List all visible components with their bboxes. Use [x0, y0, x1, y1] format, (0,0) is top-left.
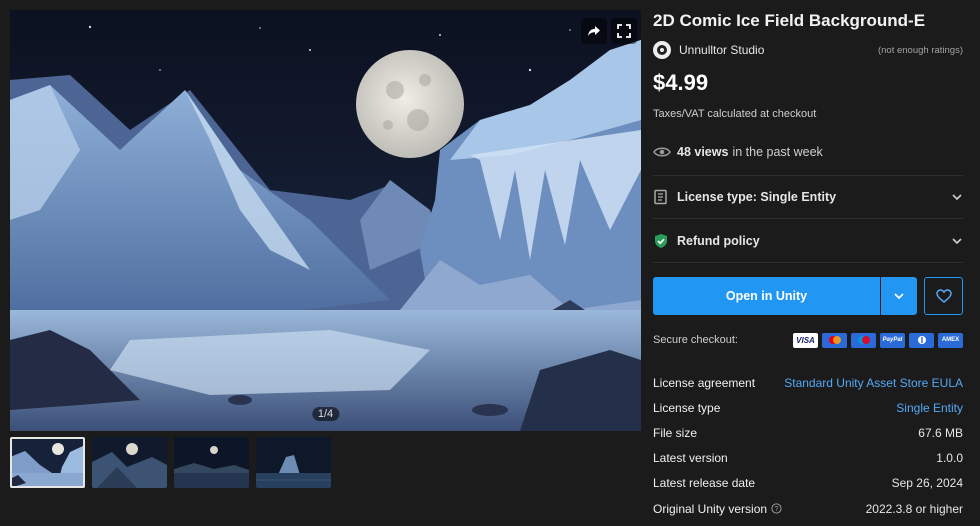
- chevron-down-icon: [952, 194, 962, 201]
- info-icon[interactable]: ?: [771, 503, 782, 514]
- views-count: 48 views: [677, 145, 729, 159]
- share-button[interactable]: [581, 18, 607, 44]
- fullscreen-button[interactable]: [611, 18, 637, 44]
- tax-note: Taxes/VAT calculated at checkout: [653, 108, 817, 120]
- license-agreement-link[interactable]: Standard Unity Asset Store EULA: [784, 376, 963, 390]
- share-icon: [588, 26, 600, 36]
- open-options-dropdown[interactable]: [881, 277, 917, 315]
- fullscreen-icon: [617, 24, 631, 38]
- shield-check-icon: [655, 233, 667, 248]
- ice-field-illustration: [10, 10, 641, 431]
- detail-row-latest-release-date: Latest release date Sep 26, 2024: [653, 476, 963, 491]
- image-counter: 1/4: [311, 407, 340, 421]
- chevron-down-icon: [952, 237, 962, 244]
- views-row: 48 views in the past week: [653, 145, 823, 159]
- add-to-wishlist-button[interactable]: [924, 277, 963, 315]
- license-type-label: License type: Single Entity: [677, 190, 837, 204]
- thumbnail-2[interactable]: [92, 437, 167, 488]
- refund-policy-label: Refund policy: [677, 233, 760, 248]
- license-type-link[interactable]: Single Entity: [896, 401, 963, 415]
- publisher-row: Unnulltor Studio (not enough ratings): [653, 40, 963, 60]
- license-type-accordion[interactable]: License type: Single Entity: [653, 175, 963, 219]
- publisher-name[interactable]: Unnulltor Studio: [679, 43, 764, 57]
- heart-icon: [935, 289, 952, 303]
- chevron-down-icon: [894, 293, 904, 300]
- views-suffix: in the past week: [732, 145, 823, 159]
- mastercard-icon: [822, 332, 847, 348]
- amex-icon: AMEX: [938, 332, 963, 348]
- refund-policy-accordion[interactable]: Refund policy: [653, 219, 963, 263]
- price: $4.99: [653, 70, 709, 95]
- publisher-logo-icon: [657, 45, 667, 55]
- details-table: License agreement Standard Unity Asset S…: [653, 370, 963, 521]
- secure-checkout-row: Secure checkout: VISA PayPal AMEX: [653, 332, 963, 348]
- open-in-unity-button[interactable]: Open in Unity: [653, 277, 880, 315]
- secure-checkout-label: Secure checkout:: [653, 334, 738, 346]
- license-icon: [654, 189, 667, 205]
- diners-club-icon: [909, 332, 934, 348]
- paypal-icon: PayPal: [880, 332, 905, 348]
- payment-methods: VISA PayPal AMEX: [793, 332, 963, 348]
- eye-icon: [653, 147, 671, 157]
- rating-text: (not enough ratings): [877, 44, 963, 56]
- svg-text:?: ?: [775, 506, 779, 513]
- thumbnail-4[interactable]: [256, 437, 331, 488]
- thumbnail-3[interactable]: [174, 437, 249, 488]
- publisher-logo[interactable]: [653, 41, 671, 59]
- detail-row-latest-version: Latest version 1.0.0: [653, 451, 963, 466]
- detail-row-file-size: File size 67.6 MB: [653, 425, 963, 440]
- detail-row-license-agreement: License agreement Standard Unity Asset S…: [653, 375, 963, 390]
- product-title: 2D Comic Ice Field Background-E: [653, 11, 926, 30]
- thumbnail-strip: [10, 437, 331, 488]
- detail-row-original-unity-version: Original Unity version ? 2022.3.8 or hig…: [653, 501, 963, 516]
- main-image[interactable]: 1/4: [10, 10, 641, 431]
- detail-row-license-type: License type Single Entity: [653, 400, 963, 415]
- thumbnail-1[interactable]: [10, 437, 85, 488]
- visa-icon: VISA: [793, 332, 818, 348]
- maestro-icon: [851, 332, 876, 348]
